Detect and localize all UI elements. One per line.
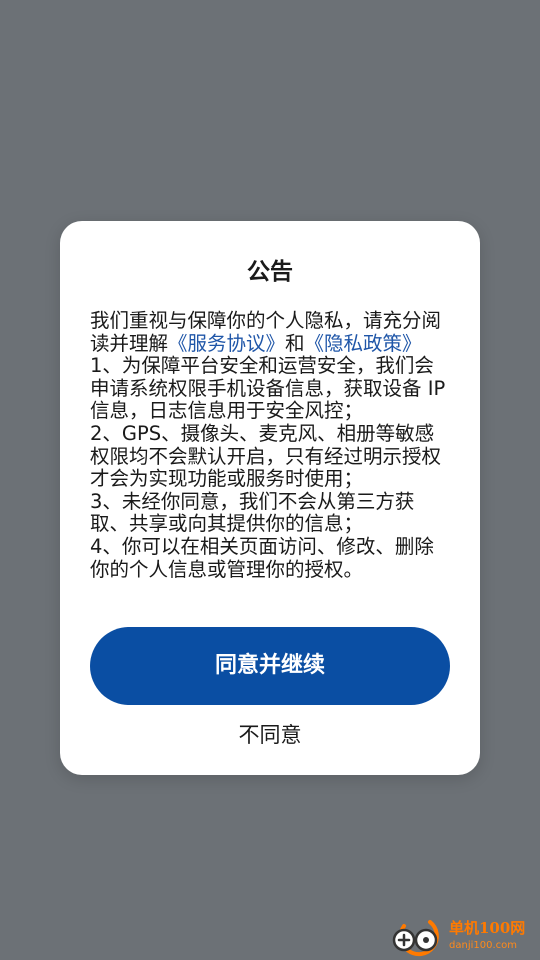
privacy-policy-link[interactable]: 《隐私政策》 (305, 332, 422, 355)
dialog-body: 我们重视与保障你的个人隐私，请充分阅读并理解《服务协议》和《隐私政策》 1、为保… (90, 309, 452, 581)
gamepad-logo-icon (390, 918, 446, 958)
watermark-name: 单机100网 (449, 919, 526, 937)
and-text: 和 (285, 331, 305, 355)
announcement-dialog: 公告 我们重视与保障你的个人隐私，请充分阅读并理解《服务协议》和《隐私政策》 1… (60, 221, 480, 775)
list-item: 2、GPS、摄像头、麦克风、相册等敏感权限均不会默认开启，只有经过明示授权才会为… (90, 421, 442, 491)
service-agreement-link[interactable]: 《服务协议》 (168, 332, 285, 355)
dialog-title: 公告 (247, 259, 293, 285)
agree-continue-button[interactable]: 同意并继续 (90, 627, 450, 705)
list-item: 3、未经你同意，我们不会从第三方获取、共享或向其提供你的信息； (90, 489, 415, 536)
list-item: 1、为保障平台安全和运营安全，我们会申请系统权限手机设备信息，获取设备 IP 信… (90, 354, 446, 423)
disagree-button[interactable]: 不同意 (60, 719, 480, 751)
watermark: 单机100网 danji100.com (390, 916, 540, 960)
list-item: 4、你可以在相关页面访问、修改、删除你的个人信息或管理你的授权。 (90, 534, 434, 581)
watermark-domain: danji100.com (449, 940, 517, 951)
intro-paragraph: 我们重视与保障你的个人隐私，请充分阅读并理解《服务协议》和《隐私政策》 (90, 309, 452, 355)
